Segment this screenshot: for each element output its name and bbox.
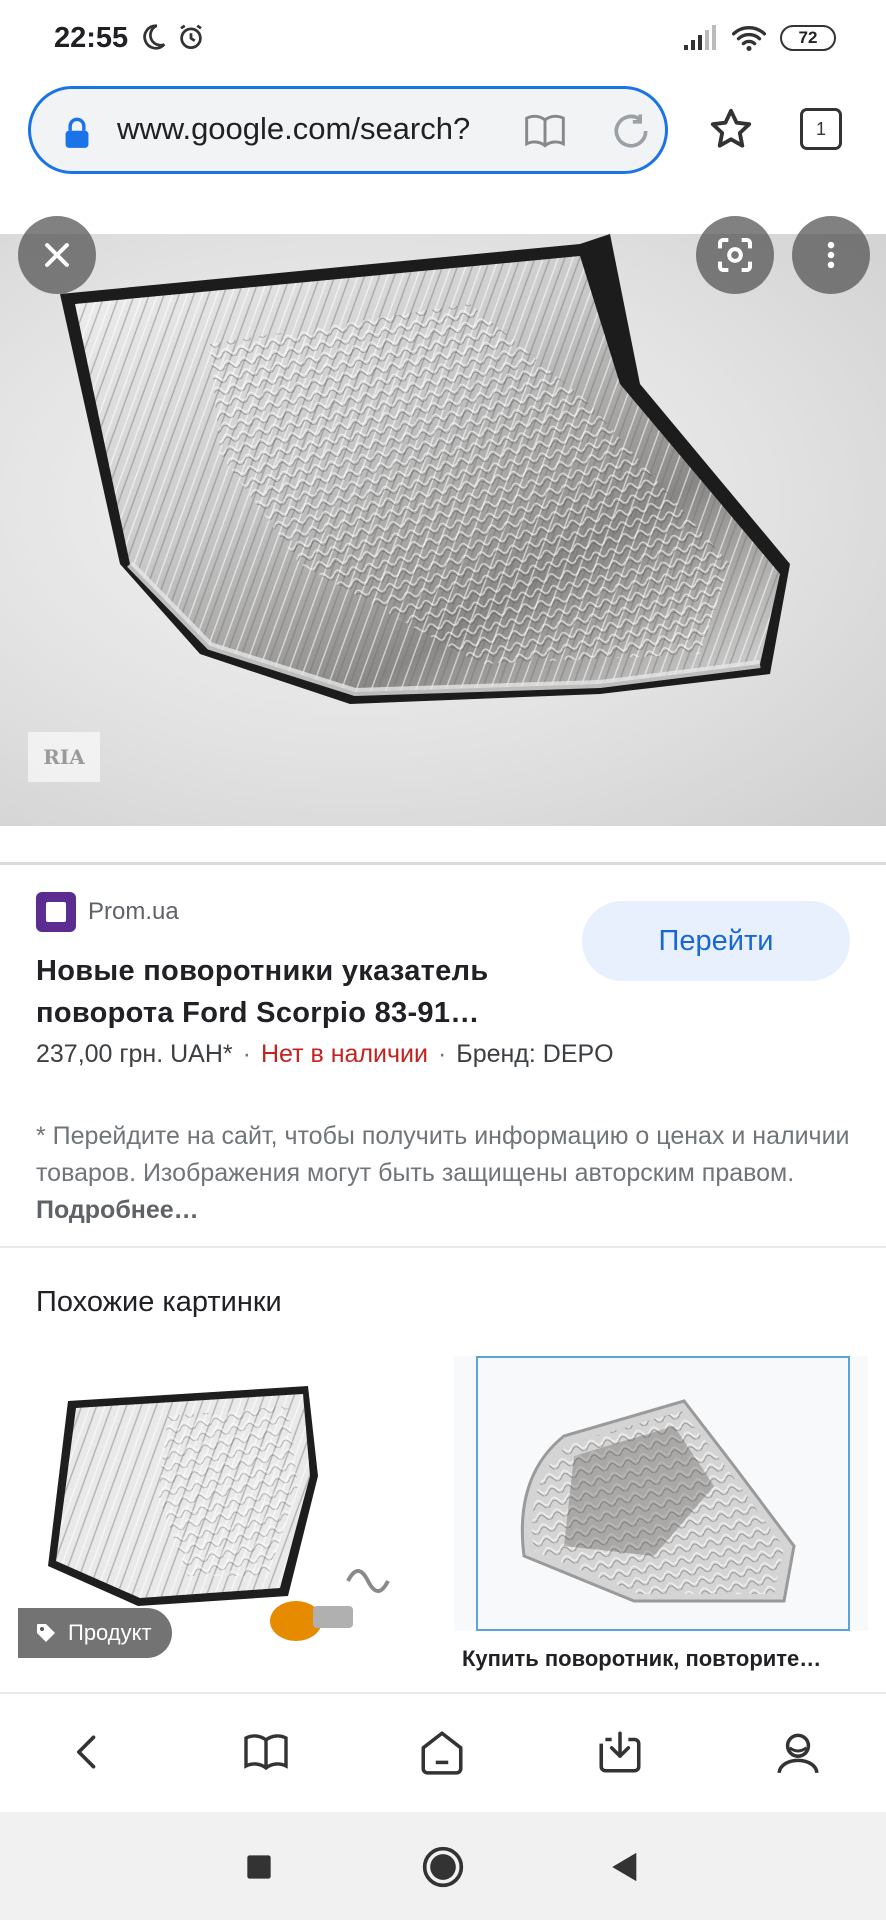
image-preview[interactable]: RIA bbox=[0, 234, 886, 826]
download-icon bbox=[599, 1731, 641, 1773]
close-viewer-button[interactable] bbox=[18, 216, 96, 294]
separator: · bbox=[242, 1040, 251, 1068]
lens-search-button[interactable] bbox=[696, 216, 774, 294]
divider bbox=[0, 862, 886, 865]
profile-button[interactable] bbox=[768, 1722, 828, 1782]
status-right-icons: 72 bbox=[682, 24, 836, 52]
triangle-back-icon bbox=[612, 1852, 637, 1882]
alarm-icon bbox=[180, 24, 202, 49]
similar-caption-2[interactable]: Купить поворотник, повторите… bbox=[462, 1646, 862, 1672]
home-button[interactable] bbox=[412, 1722, 472, 1782]
product-badge-label: Продукт bbox=[68, 1620, 152, 1645]
circle-icon bbox=[422, 1846, 464, 1888]
bookmark-star-icon[interactable] bbox=[708, 106, 754, 152]
more-vert-icon bbox=[827, 241, 835, 269]
price-row: 237,00 грн. UAH* · Нет в наличии · Бренд: DE… bbox=[36, 1040, 614, 1069]
status-bar: 22:55 72 bbox=[0, 0, 886, 78]
status-time: 22:55 bbox=[54, 22, 129, 54]
status-left-icons bbox=[138, 22, 206, 52]
availability: Нет в наличии bbox=[260, 1040, 428, 1068]
system-back-button[interactable] bbox=[600, 1842, 650, 1892]
separator: · bbox=[437, 1040, 447, 1068]
prom-favicon-icon bbox=[36, 892, 76, 932]
square-icon bbox=[247, 1855, 271, 1879]
system-nav-bar bbox=[0, 1812, 886, 1920]
ria-watermark: RIA bbox=[28, 732, 100, 782]
reload-icon[interactable] bbox=[609, 109, 653, 153]
turn-signal-lamp-image bbox=[60, 234, 790, 704]
wifi-icon bbox=[732, 26, 766, 52]
url-text[interactable]: www.google.com/search? bbox=[117, 111, 507, 147]
result-title[interactable]: Новые поворотники указатель поворота For… bbox=[36, 950, 576, 1034]
turn-signal-lamp-image bbox=[520, 1399, 796, 1603]
tabs-count-icon[interactable]: 1 bbox=[800, 108, 842, 150]
source-row[interactable]: Prom.ua bbox=[36, 892, 179, 932]
bookmarks-button[interactable] bbox=[236, 1722, 296, 1782]
similar-image-2[interactable] bbox=[454, 1356, 868, 1631]
more-info-link[interactable]: Подробнее… bbox=[36, 1196, 199, 1224]
recents-button[interactable] bbox=[234, 1842, 284, 1892]
browser-bottom-bar bbox=[0, 1692, 886, 1812]
address-bar[interactable]: www.google.com/search? bbox=[28, 86, 668, 174]
system-home-button[interactable] bbox=[418, 1842, 468, 1892]
source-name: Prom.ua bbox=[88, 898, 179, 925]
lens-icon bbox=[718, 238, 752, 272]
more-options-button[interactable] bbox=[792, 216, 870, 294]
book-icon bbox=[244, 1734, 288, 1771]
divider bbox=[0, 1246, 886, 1248]
moon-icon bbox=[143, 24, 166, 50]
home-icon bbox=[421, 1731, 463, 1775]
close-icon bbox=[45, 243, 69, 267]
back-button[interactable] bbox=[58, 1722, 118, 1782]
browser-toolbar: www.google.com/search? 1 bbox=[0, 84, 886, 176]
product-badge: Продукт bbox=[18, 1608, 172, 1658]
brand: Бренд: DEPO bbox=[456, 1040, 614, 1068]
visit-button[interactable]: Перейти bbox=[582, 901, 850, 981]
lock-icon bbox=[65, 117, 89, 148]
similar-images-heading: Похожие картинки bbox=[36, 1286, 282, 1318]
downloads-button[interactable] bbox=[590, 1722, 650, 1782]
tag-icon bbox=[37, 1624, 55, 1642]
disclaimer: * Перейдите на сайт, чтобы получить инфо… bbox=[36, 1118, 866, 1229]
price: 237,00 грн. UAH* bbox=[36, 1040, 233, 1068]
disclaimer-text: * Перейдите на сайт, чтобы получить инфо… bbox=[36, 1122, 850, 1187]
battery-indicator: 72 bbox=[780, 25, 836, 51]
signal-icon bbox=[684, 25, 716, 50]
reader-mode-icon[interactable] bbox=[523, 109, 567, 153]
profile-icon bbox=[777, 1733, 819, 1774]
chevron-left-icon bbox=[77, 1735, 96, 1769]
